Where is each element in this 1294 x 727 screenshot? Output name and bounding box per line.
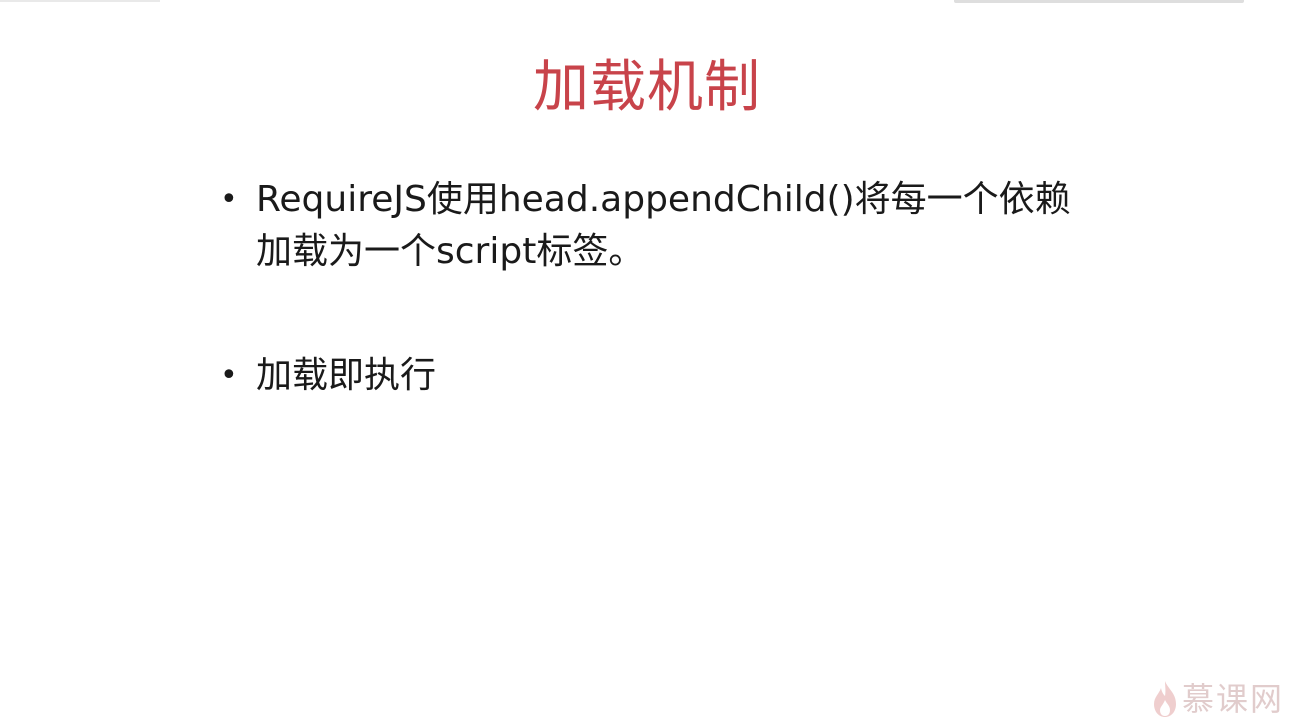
brand-text: 慕课网 [1181,680,1284,718]
top-edge-strip [0,0,160,2]
slide-title: 加载机制 [533,55,761,120]
bullet-dot: • [220,358,238,393]
bullet-dot: • [220,182,238,217]
bullet-item-2: • 加载即执行 [218,350,1098,402]
bullet-text-2: 加载即执行 [256,355,437,396]
bullet-text-1: RequireJS使用head.appendChild()将每一个依赖加载为一个… [256,179,1071,272]
slide: 加载机制 • RequireJS使用head.appendChild()将每一个… [0,0,1294,727]
top-edge-strip-right [954,0,1244,3]
flame-icon [1152,680,1178,718]
brand-watermark: 慕课网 [1152,679,1284,719]
bullet-item-1: • RequireJS使用head.appendChild()将每一个依赖加载为… [218,174,1096,278]
bullet-list: • RequireJS使用head.appendChild()将每一个依赖加载为… [218,174,1098,402]
